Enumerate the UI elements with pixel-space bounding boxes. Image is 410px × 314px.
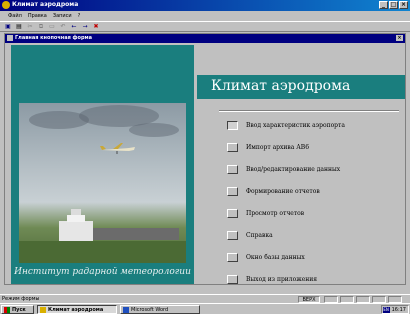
paste-icon[interactable]: ▭: [48, 23, 56, 31]
status-bar: Режим формы ВЕРХ: [0, 294, 410, 303]
taskbar: Пуск Климат аэродрома Microsoft Word EN …: [0, 303, 410, 314]
airplane-icon: [100, 143, 135, 154]
menu-item-label: Окно базы данных: [246, 254, 305, 261]
task-klimat[interactable]: Климат аэродрома: [37, 305, 117, 314]
status-indicator: ВЕРХ: [298, 296, 320, 303]
form-title: Главная кнопочная форма: [15, 35, 92, 41]
form-title-bar[interactable]: Главная кнопочная форма ×: [5, 34, 405, 43]
windows-logo-icon: [4, 306, 10, 313]
system-tray: EN 16:17: [381, 305, 409, 314]
menu-item-label: Просмотр отчетов: [246, 210, 305, 217]
institute-caption: Институт радарной метеорологии: [14, 267, 191, 277]
menu-button[interactable]: [227, 275, 238, 284]
menu-file[interactable]: Файл: [8, 13, 22, 19]
status-panel: [356, 296, 370, 303]
heading-panel: Климат аэродрома: [197, 75, 405, 99]
cut-icon[interactable]: ✂: [26, 23, 34, 31]
form-icon: [7, 35, 13, 41]
switchboard-form: Главная кнопочная форма × Институт радар…: [4, 33, 406, 285]
menu-item-label: Импорт архива АВ6: [246, 144, 310, 151]
window-title-bar[interactable]: Климат аэродрома _ □ ×: [0, 0, 410, 11]
status-panel: [324, 296, 338, 303]
print-icon[interactable]: ▤: [15, 23, 23, 31]
toolbar: ▣ ▤ ✂ ⧉ ▭ ↶ ← → ✖: [0, 21, 410, 32]
menu-item-label: Справка: [246, 232, 273, 239]
status-panel: [372, 296, 386, 303]
divider: [219, 110, 399, 112]
menu-button[interactable]: [227, 121, 238, 130]
stop-icon[interactable]: ✖: [92, 23, 100, 31]
window-title: Климат аэродрома: [12, 1, 79, 8]
start-label: Пуск: [12, 306, 26, 313]
menu-help[interactable]: ?: [78, 13, 81, 19]
undo-icon[interactable]: ↶: [59, 23, 67, 31]
save-icon[interactable]: ▣: [4, 23, 12, 31]
word-icon: [123, 306, 129, 313]
status-panel: [340, 296, 354, 303]
airfield-photo: [19, 103, 186, 263]
task-label: Microsoft Word: [131, 306, 169, 313]
forward-arrow-icon[interactable]: →: [81, 23, 89, 31]
status-mode: Режим формы: [2, 296, 40, 302]
menu-item-view-reports[interactable]: Просмотр отчетов: [227, 208, 397, 219]
menu-item-import-archive[interactable]: Импорт архива АВ6: [227, 142, 397, 153]
menu-button[interactable]: [227, 143, 238, 152]
menu-item-database-window[interactable]: Окно базы данных: [227, 252, 397, 263]
menu-button[interactable]: [227, 231, 238, 240]
menu-button[interactable]: [227, 209, 238, 218]
page-title: Климат аэродрома: [211, 78, 351, 94]
menu-item-label: Ввод характеристик аэропорта: [246, 122, 345, 129]
close-button[interactable]: ×: [399, 1, 408, 9]
menu-item-help[interactable]: Справка: [227, 230, 397, 241]
menu-records[interactable]: Записи: [53, 13, 72, 19]
maximize-button[interactable]: □: [389, 1, 398, 9]
app-key-icon: [2, 1, 10, 9]
menu-button[interactable]: [227, 187, 238, 196]
status-panel: [388, 296, 402, 303]
menu-bar: Файл Правка Записи ?: [0, 11, 410, 21]
start-button[interactable]: Пуск: [1, 305, 34, 314]
back-arrow-icon[interactable]: ←: [70, 23, 78, 31]
menu-button[interactable]: [227, 253, 238, 262]
menu-item-create-reports[interactable]: Формирование отчетов: [227, 186, 397, 197]
form-close-button[interactable]: ×: [396, 35, 403, 41]
copy-icon[interactable]: ⧉: [37, 23, 45, 31]
menu-item-edit-data[interactable]: Ввод/редактирование данных: [227, 164, 397, 175]
access-key-icon: [40, 306, 46, 313]
minimize-button[interactable]: _: [379, 1, 388, 9]
menu-item-label: Ввод/редактирование данных: [246, 166, 341, 173]
menu-item-airport-characteristics[interactable]: Ввод характеристик аэропорта: [227, 120, 397, 131]
menu-edit[interactable]: Правка: [28, 13, 47, 19]
task-label: Климат аэродрома: [48, 306, 104, 313]
task-word[interactable]: Microsoft Word: [120, 305, 200, 314]
menu-item-label: Формирование отчетов: [246, 188, 320, 195]
menu-item-label: Выход из приложения: [246, 276, 318, 283]
clock: 16:17: [391, 306, 406, 313]
left-teal-panel: Институт радарной метеорологии: [11, 45, 194, 284]
menu-item-exit[interactable]: Выход из приложения: [227, 274, 397, 285]
keyboard-layout-indicator[interactable]: EN: [382, 306, 390, 313]
menu-button[interactable]: [227, 165, 238, 174]
